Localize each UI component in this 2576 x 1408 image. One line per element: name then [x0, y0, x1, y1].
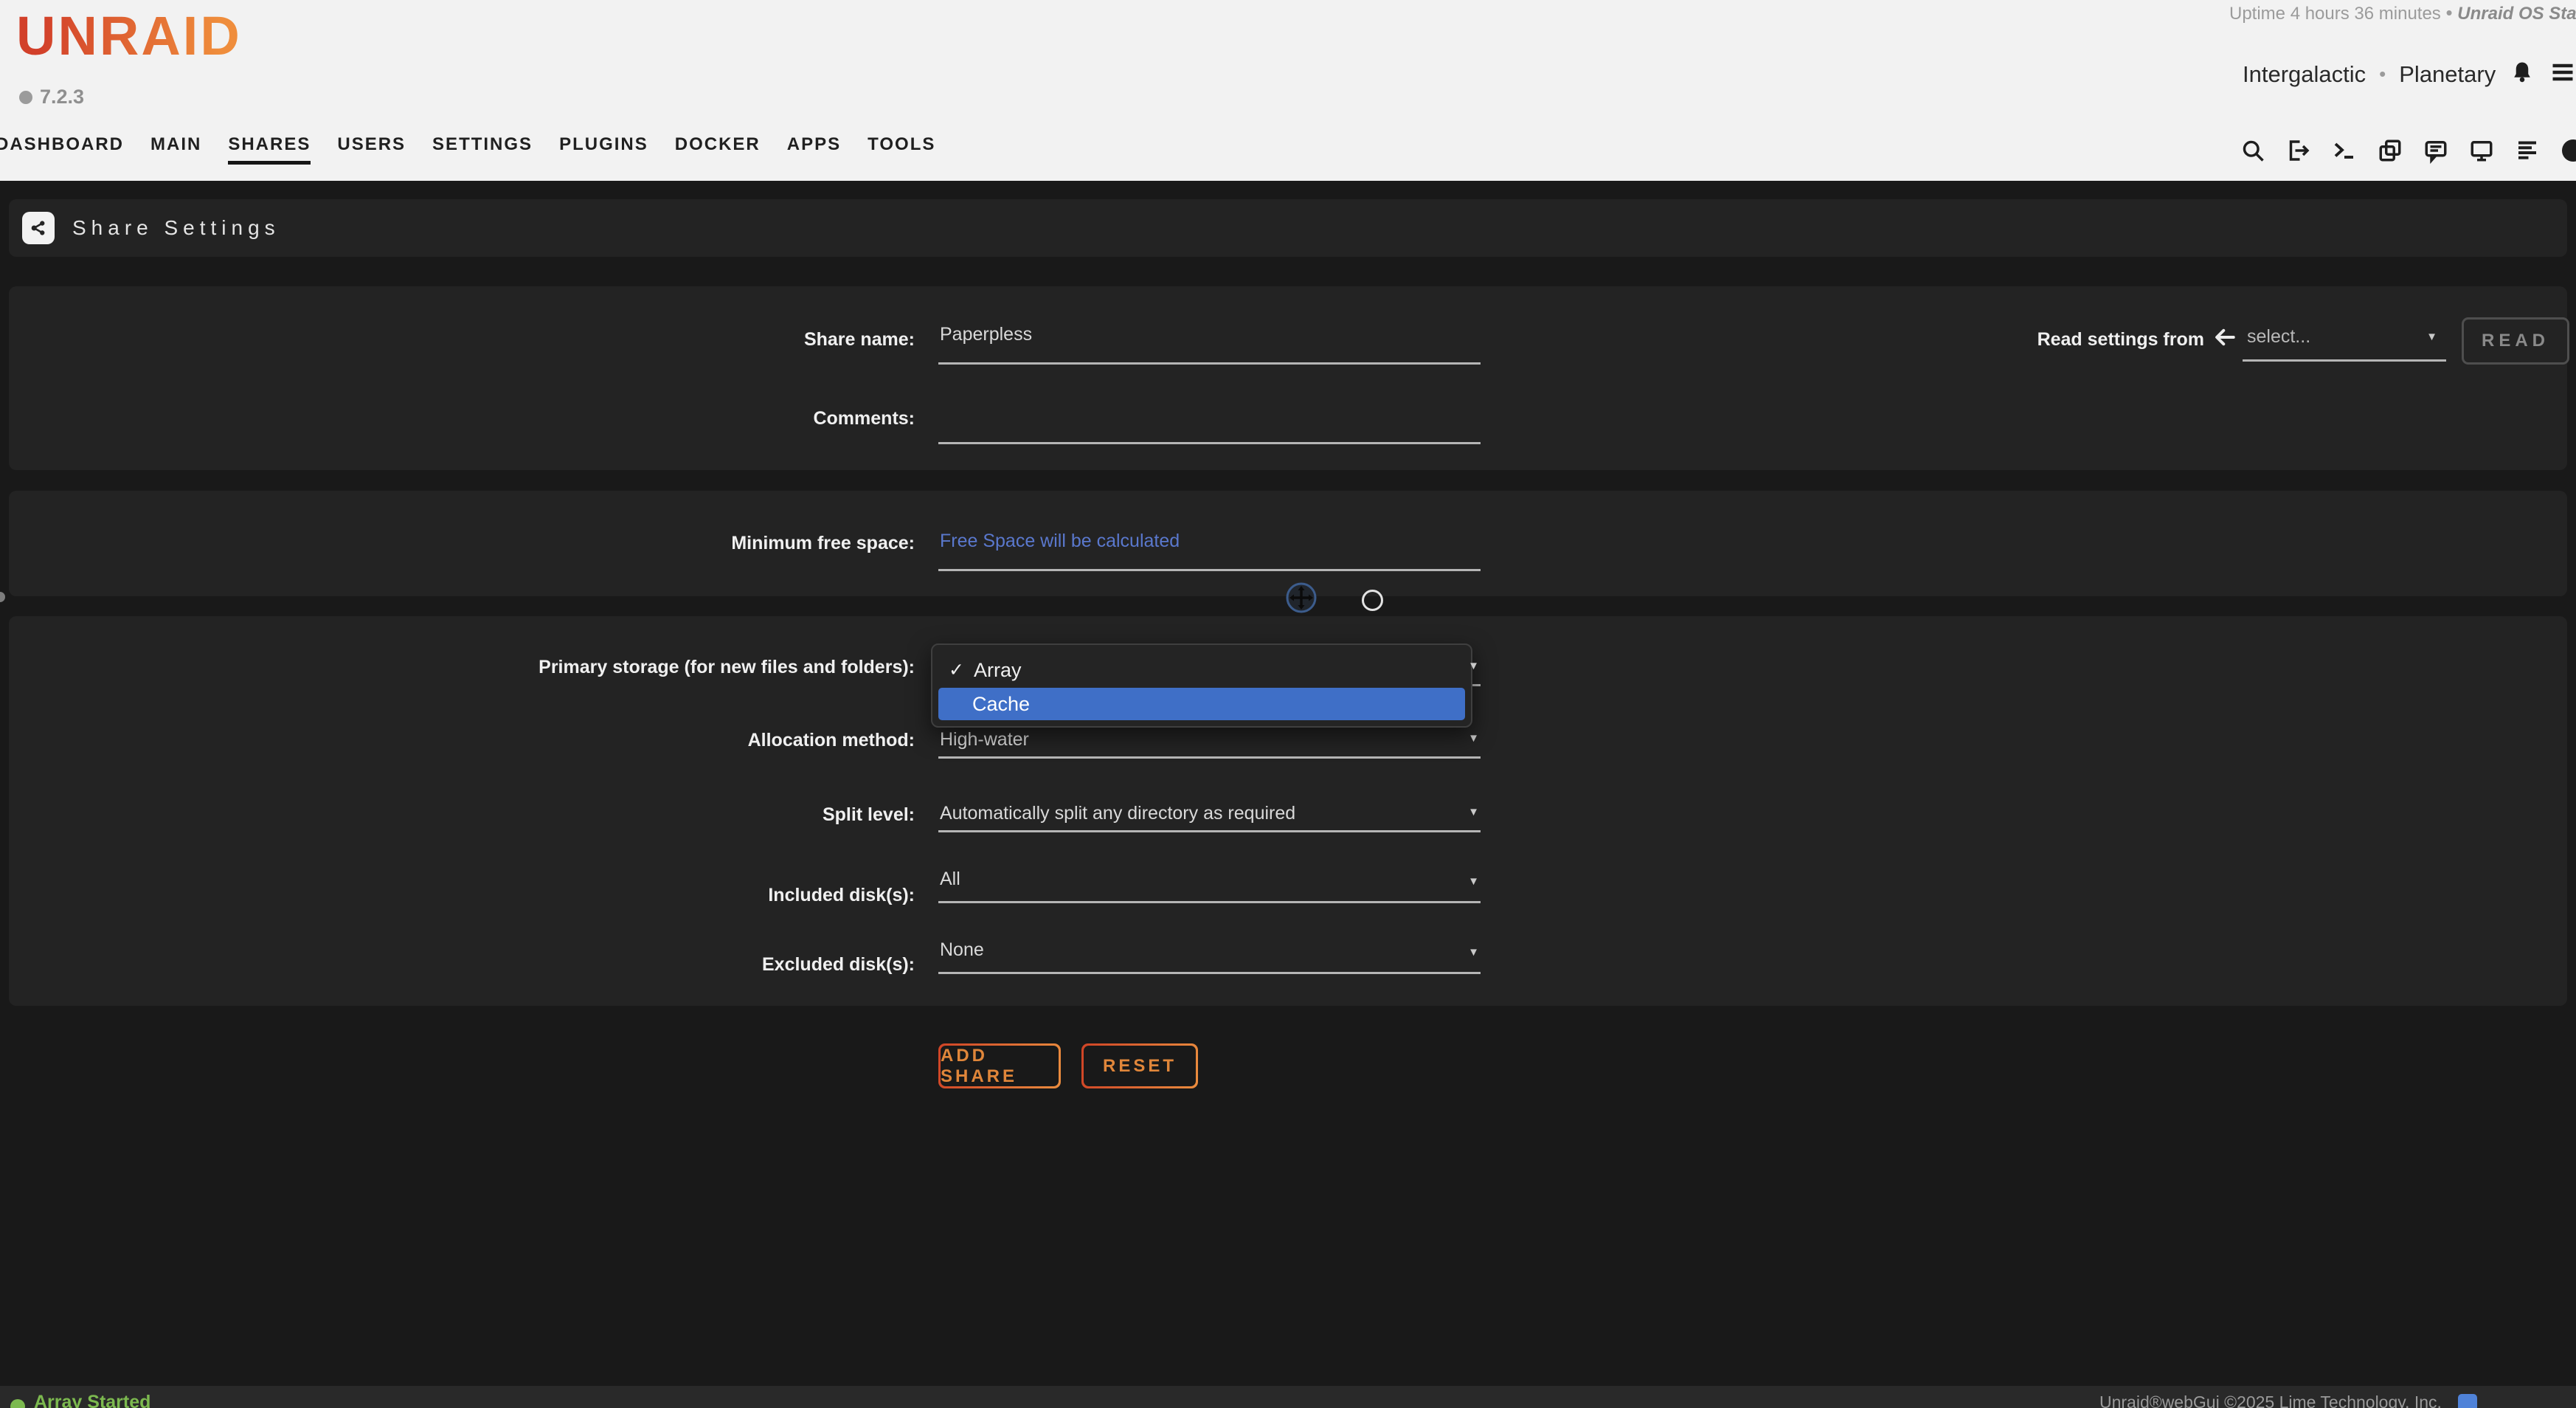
- split-level-value: Automatically split any directory as req…: [940, 796, 1295, 831]
- nav-docker[interactable]: DOCKER: [675, 134, 761, 161]
- chevron-down-icon: ▼: [1468, 732, 1479, 745]
- monitor-icon[interactable]: [2468, 137, 2495, 164]
- excluded-disks-select[interactable]: None ▼: [938, 936, 1481, 974]
- version-row: 7.2.3: [19, 86, 84, 108]
- nav-plugins[interactable]: PLUGINS: [559, 134, 648, 161]
- search-icon[interactable]: [2240, 137, 2266, 164]
- uptime-separator: •: [2445, 1, 2452, 24]
- server-identity: Intergalactic • Planetary: [2243, 59, 2576, 89]
- read-button[interactable]: READ: [2462, 317, 2569, 365]
- read-settings-select[interactable]: select... ▼: [2243, 317, 2446, 362]
- unraid-share-settings-screen: UNRAID 7.2.3 Uptime 4 hours 36 minutes •…: [0, 0, 2576, 1408]
- os-edition-label: Unraid OS Starter: [2457, 4, 2576, 24]
- unraid-logo[interactable]: UNRAID: [16, 4, 242, 67]
- checkmark-icon: ✓: [949, 654, 964, 686]
- copy-icon[interactable]: [2377, 137, 2403, 164]
- page-titlebar: Share Settings: [9, 199, 2567, 257]
- nav-dashboard[interactable]: DASHBOARD: [0, 134, 124, 161]
- footer-brand-icon: [2458, 1394, 2477, 1408]
- edge-handle-dot: [0, 592, 5, 602]
- move-cursor-icon: [1284, 580, 1319, 619]
- dropdown-option-array-label: Array: [974, 654, 1022, 686]
- min-free-space-label: Minimum free space:: [0, 533, 915, 554]
- bell-icon[interactable]: [2509, 59, 2535, 89]
- share-name-label: Share name:: [0, 329, 915, 351]
- min-free-space-control: [938, 525, 1481, 571]
- comments-label: Comments:: [0, 408, 915, 429]
- allocation-method-label: Allocation method:: [0, 730, 915, 751]
- chevron-down-icon: ▼: [2426, 331, 2437, 343]
- uptime-label: Uptime 4 hours 36 minutes: [2229, 4, 2441, 24]
- dropdown-option-cache[interactable]: Cache: [938, 688, 1465, 720]
- nav-shares[interactable]: SHARES: [228, 134, 311, 165]
- nav-settings[interactable]: SETTINGS: [432, 134, 533, 161]
- chevron-down-icon: ▼: [1468, 875, 1479, 888]
- array-status-label: Array Started: [34, 1386, 150, 1408]
- excluded-disks-value: None: [940, 936, 984, 964]
- server-description: Planetary: [2399, 61, 2496, 88]
- uptime-row: Uptime 4 hours 36 minutes • Unraid OS St…: [2229, 1, 2576, 24]
- version-label: 7.2.3: [40, 86, 84, 108]
- array-status: Array Started: [10, 1386, 150, 1408]
- hollow-circle-icon: [1362, 590, 1383, 611]
- excluded-disks-label: Excluded disk(s):: [0, 954, 915, 976]
- sign-out-icon[interactable]: [2285, 137, 2312, 164]
- log-icon[interactable]: [2514, 137, 2541, 164]
- read-settings-select-value: select...: [2247, 317, 2310, 356]
- comments-control: [938, 398, 1481, 444]
- header: UNRAID 7.2.3 Uptime 4 hours 36 minutes •…: [0, 0, 2576, 181]
- version-dot-icon: [19, 91, 32, 104]
- profile-circle-icon[interactable]: [2560, 137, 2576, 164]
- dropdown-option-array[interactable]: ✓ Array: [932, 654, 1471, 686]
- copyright: Unraid®webGui ©2025 Lime Technology, Inc…: [2099, 1386, 2477, 1408]
- primary-storage-dropdown: ✓ Array Cache: [931, 643, 1472, 728]
- read-settings-label: Read settings from: [1984, 329, 2204, 351]
- toolbar-icons: [2240, 137, 2576, 164]
- min-free-space-input[interactable]: [938, 525, 1481, 571]
- dropdown-option-cache-label: Cache: [972, 688, 1030, 720]
- share-nodes-icon[interactable]: [22, 212, 55, 244]
- page-title: Share Settings: [72, 199, 280, 257]
- nav-users[interactable]: USERS: [337, 134, 406, 161]
- server-name: Intergalactic: [2243, 61, 2366, 88]
- nav-apps[interactable]: APPS: [787, 134, 841, 161]
- server-separator: •: [2379, 63, 2386, 86]
- nav-main[interactable]: MAIN: [150, 134, 201, 161]
- footer: Array Started Unraid®webGui ©2025 Lime T…: [0, 1386, 2576, 1408]
- included-disks-select[interactable]: All ▼: [938, 865, 1481, 903]
- comments-input[interactable]: [938, 398, 1481, 444]
- chevron-down-icon: ▼: [1468, 946, 1479, 959]
- share-name-control: [938, 319, 1481, 365]
- share-name-input[interactable]: [938, 319, 1481, 365]
- copyright-text: Unraid®webGui ©2025 Lime Technology, Inc…: [2099, 1393, 2442, 1408]
- split-level-select[interactable]: Automatically split any directory as req…: [938, 796, 1481, 832]
- split-level-label: Split level:: [0, 804, 915, 826]
- chevron-down-icon: ▼: [1468, 806, 1479, 818]
- main-nav: DASHBOARD MAIN SHARES USERS SETTINGS PLU…: [0, 134, 935, 165]
- status-dot-icon: [10, 1399, 25, 1408]
- primary-storage-label: Primary storage (for new files and folde…: [0, 657, 915, 678]
- terminal-icon[interactable]: [2331, 137, 2358, 164]
- reset-button[interactable]: RESET: [1081, 1043, 1198, 1088]
- add-share-button[interactable]: ADD SHARE: [938, 1043, 1061, 1088]
- nav-tools[interactable]: TOOLS: [868, 134, 935, 161]
- included-disks-value: All: [940, 865, 960, 893]
- arrow-left-icon: [2212, 325, 2237, 353]
- chevron-down-icon: ▼: [1468, 660, 1479, 672]
- included-disks-label: Included disk(s):: [0, 885, 915, 906]
- menu-icon[interactable]: [2549, 59, 2576, 89]
- feedback-icon[interactable]: [2423, 137, 2449, 164]
